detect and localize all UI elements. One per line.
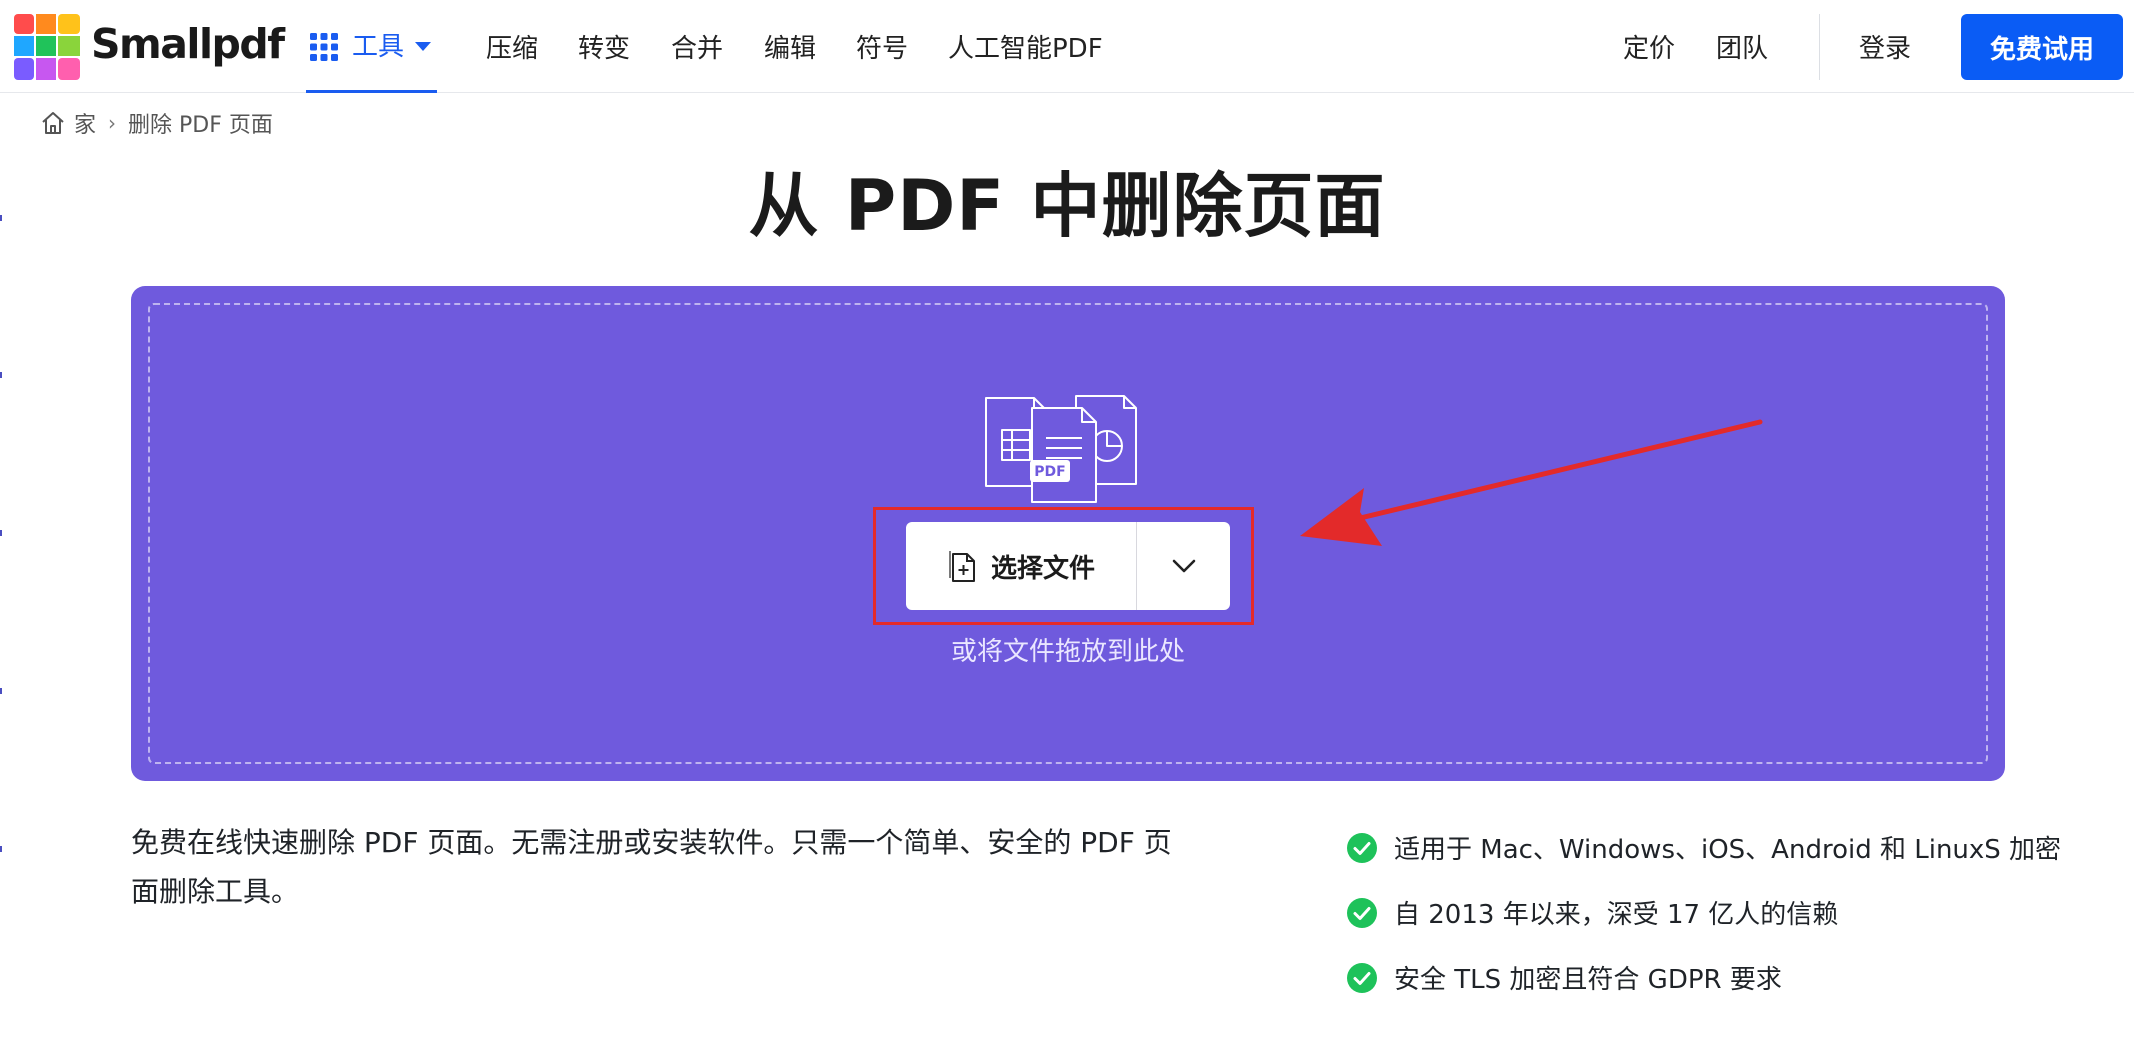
window-edge-mark (0, 215, 2, 221)
nav-merge[interactable]: 合并 (671, 28, 723, 65)
feature-list: 适用于 Mac、Windows、iOS、Android 和 LinuxS 加密 … (1346, 815, 2061, 1010)
home-icon[interactable] (40, 110, 66, 136)
drop-hint-text: 或将文件拖放到此处 (950, 637, 1185, 667)
brand-name[interactable]: Smallpdf (91, 20, 285, 68)
nav-sign[interactable]: 符号 (856, 28, 908, 65)
tools-menu[interactable]: 工具 (306, 0, 437, 93)
caret-down-icon (415, 42, 431, 51)
free-trial-button[interactable]: 免费试用 (1961, 14, 2123, 80)
window-edge-mark (0, 846, 2, 852)
breadcrumb-home[interactable]: 家 (74, 107, 96, 139)
breadcrumb: 家 › 删除 PDF 页面 (40, 106, 273, 140)
feature-item: 自 2013 年以来，深受 17 亿人的信赖 (1346, 880, 2061, 945)
nav-edit[interactable]: 编辑 (764, 28, 816, 65)
nav-team[interactable]: 团队 (1716, 28, 1768, 65)
page-title: 从 PDF 中删除页面 (748, 165, 1386, 247)
feature-item: 适用于 Mac、Windows、iOS、Android 和 LinuxS 加密 (1346, 815, 2061, 880)
grid-icon (310, 33, 338, 61)
annotation-highlight-box (873, 507, 1254, 625)
feature-text: 安全 TLS 加密且符合 GDPR 要求 (1394, 965, 1782, 995)
pdf-badge-label: PDF (1034, 464, 1065, 480)
window-edge-mark (0, 688, 2, 694)
feature-text: 适用于 Mac、Windows、iOS、Android 和 LinuxS 加密 (1394, 835, 2062, 865)
nav-pricing[interactable]: 定价 (1623, 28, 1675, 65)
check-circle-icon (1347, 832, 1377, 863)
top-navigation-bar: Smallpdf 工具 压缩 转变 合并 编辑 符号 人工智能PDF 定价 团队… (0, 0, 2134, 93)
document-stack-icon: PDF (985, 395, 1137, 503)
arrow-annotation (1300, 419, 1763, 546)
breadcrumb-separator: › (108, 111, 117, 135)
check-circle-icon (1347, 897, 1377, 928)
nav-convert[interactable]: 转变 (578, 28, 630, 65)
window-edge-mark (0, 372, 2, 378)
window-edge-mark (0, 530, 2, 536)
feature-text: 自 2013 年以来，深受 17 亿人的信赖 (1394, 900, 1839, 930)
tool-description: 免费在线快速删除 PDF 页面。无需注册或安装软件。只需一个简单、安全的 PDF… (131, 826, 1172, 908)
smallpdf-logo[interactable] (14, 14, 80, 80)
feature-item: 安全 TLS 加密且符合 GDPR 要求 (1346, 945, 2061, 1010)
header-divider (1819, 14, 1820, 80)
tools-label: 工具 (352, 32, 405, 62)
check-circle-icon (1347, 962, 1377, 993)
nav-ai-pdf[interactable]: 人工智能PDF (948, 28, 1103, 65)
nav-compress[interactable]: 压缩 (486, 28, 538, 65)
login-link[interactable]: 登录 (1859, 28, 1911, 65)
breadcrumb-current: 删除 PDF 页面 (128, 113, 273, 138)
